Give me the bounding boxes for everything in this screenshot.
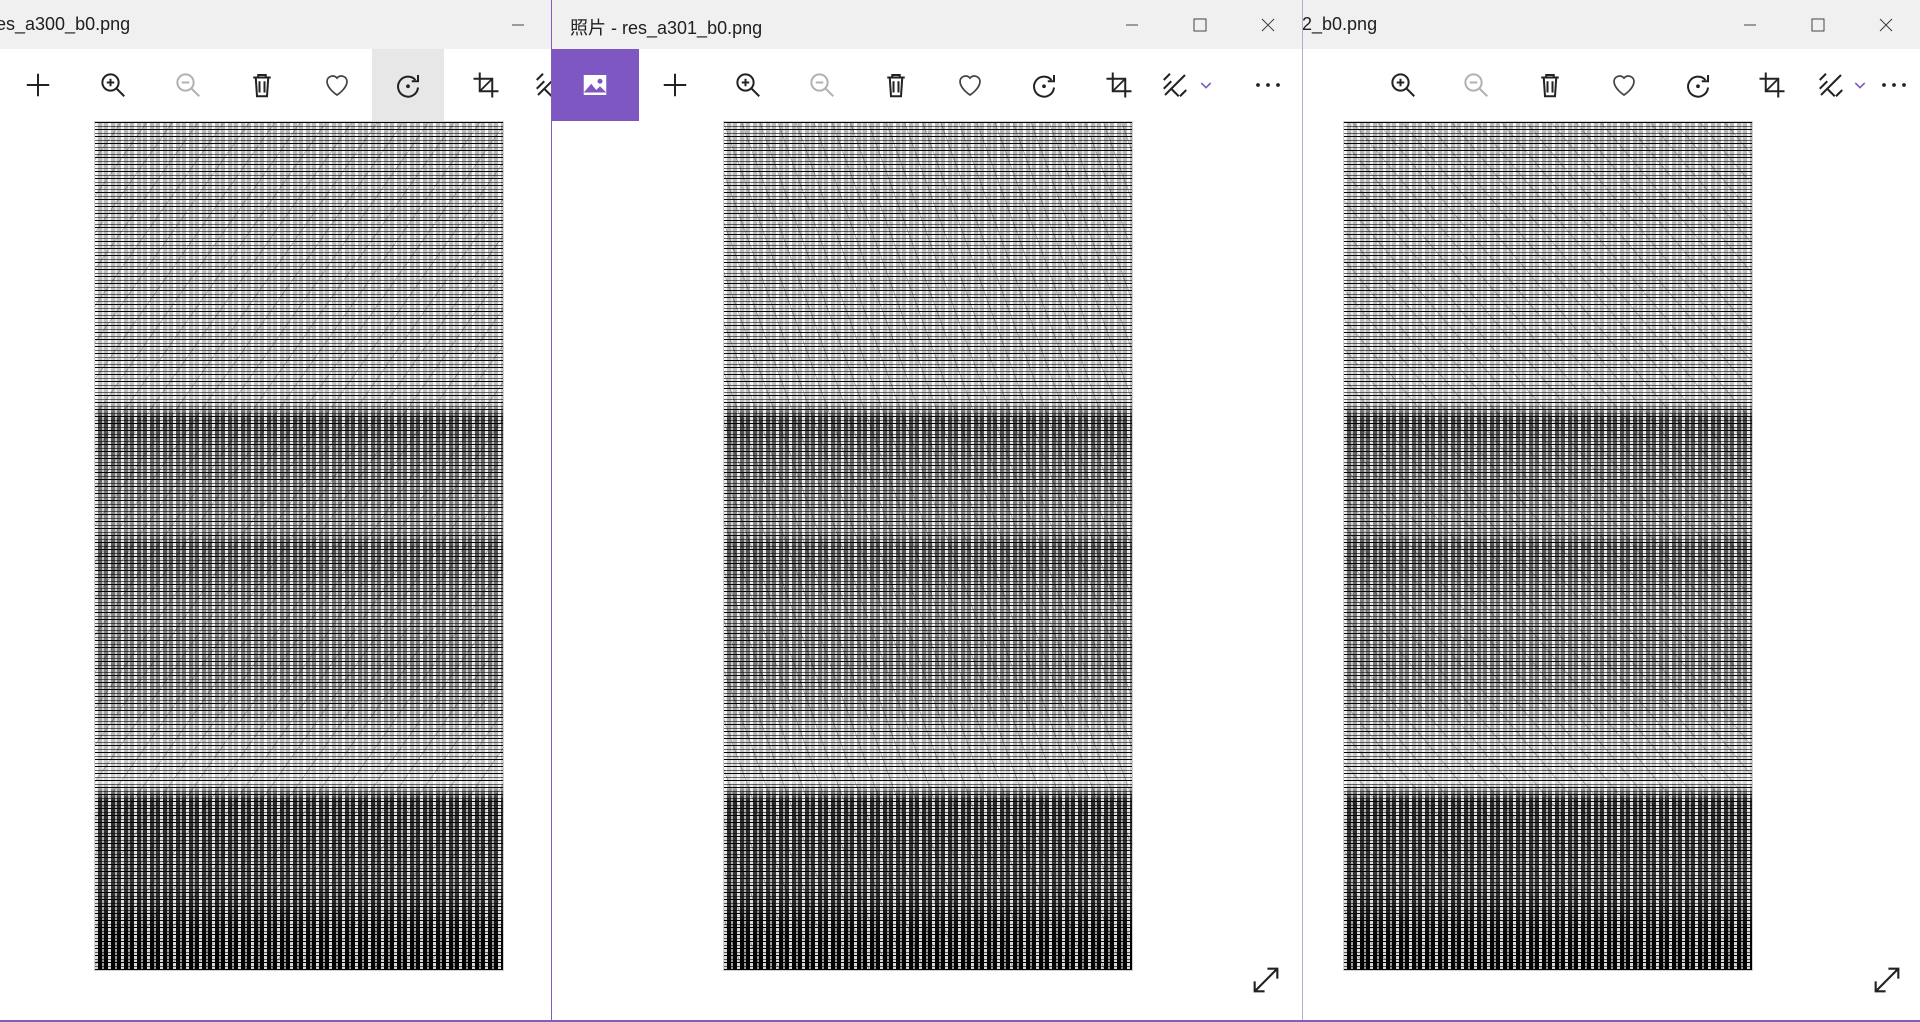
edit-button[interactable]	[512, 49, 552, 121]
more-icon	[1879, 70, 1909, 100]
favorite-button[interactable]	[934, 49, 1006, 121]
more-button[interactable]	[1232, 49, 1303, 121]
trash-icon	[881, 70, 911, 100]
zoom-in-icon	[733, 70, 763, 100]
add-button[interactable]	[2, 49, 74, 121]
caption-buttons	[1098, 0, 1302, 49]
zoom-out-button[interactable]	[1440, 49, 1512, 121]
zoom-out-button[interactable]	[152, 49, 224, 121]
minimize-icon	[1123, 16, 1141, 34]
crop-icon	[1104, 70, 1134, 100]
zoom-out-icon	[1461, 70, 1491, 100]
title-bar[interactable]: 照片 - res_a301_b0.png	[552, 0, 1302, 49]
edit-icon	[1816, 70, 1846, 100]
delete-button[interactable]	[1514, 49, 1586, 121]
close-icon	[1259, 16, 1277, 34]
fullscreen-icon[interactable]	[1870, 963, 1904, 997]
window-title: 照片 - res_a301_b0.png	[570, 18, 763, 38]
favorite-button[interactable]	[301, 49, 373, 121]
minimize-button[interactable]	[1098, 0, 1166, 49]
minimize-button[interactable]	[1716, 0, 1784, 49]
caption-buttons	[484, 0, 552, 49]
minimize-icon	[1741, 16, 1759, 34]
zoom-in-icon	[98, 70, 128, 100]
photo-image	[94, 121, 504, 971]
more-icon	[1253, 70, 1283, 100]
crop-icon	[471, 70, 501, 100]
window-title: res_a300_b0.png	[0, 14, 131, 34]
photo-icon	[580, 70, 610, 100]
image-canvas[interactable]	[552, 121, 1302, 1021]
chevron-down-icon[interactable]	[1198, 77, 1214, 93]
rotate-button[interactable]	[1662, 49, 1734, 121]
image-canvas[interactable]	[0, 121, 552, 1022]
minimize-icon	[509, 16, 527, 34]
zoom-out-icon	[173, 70, 203, 100]
caption-buttons	[1716, 0, 1920, 49]
trash-icon	[1535, 70, 1565, 100]
trash-icon	[247, 70, 277, 100]
edit-icon	[533, 70, 552, 100]
more-button[interactable]	[1868, 49, 1920, 121]
title-bar[interactable]: res_a300_b0.png	[0, 0, 552, 49]
maximize-button[interactable]	[1166, 0, 1234, 49]
zoom-in-button[interactable]	[712, 49, 784, 121]
fullscreen-icon[interactable]	[1249, 963, 1283, 997]
plus-icon	[23, 70, 53, 100]
rotate-button[interactable]	[372, 49, 444, 121]
photos-window-right[interactable]: 2_b0.png	[1282, 0, 1920, 1022]
heart-icon	[1609, 70, 1639, 100]
rotate-icon	[393, 70, 423, 100]
image-canvas[interactable]	[1282, 121, 1920, 1022]
photo-image	[1343, 121, 1753, 971]
rotate-icon	[1683, 70, 1713, 100]
photo-image	[723, 121, 1133, 971]
maximize-icon	[1191, 16, 1209, 34]
zoom-in-button[interactable]	[1367, 49, 1439, 121]
close-button[interactable]	[1234, 0, 1302, 49]
heart-icon	[322, 70, 352, 100]
maximize-button[interactable]	[1784, 0, 1852, 49]
minimize-button[interactable]	[484, 0, 552, 49]
edit-icon	[1160, 70, 1190, 100]
zoom-in-icon	[1388, 70, 1418, 100]
toolbar	[552, 49, 1302, 121]
zoom-out-icon	[807, 70, 837, 100]
title-bar[interactable]: 2_b0.png	[1282, 0, 1920, 49]
heart-icon	[955, 70, 985, 100]
rotate-icon	[1029, 70, 1059, 100]
delete-button[interactable]	[226, 49, 298, 121]
photo-button[interactable]	[552, 49, 639, 121]
photos-window-active[interactable]: 照片 - res_a301_b0.png	[551, 0, 1303, 1022]
maximize-icon	[1809, 16, 1827, 34]
zoom-out-button[interactable]	[786, 49, 858, 121]
chevron-down-icon[interactable]	[1852, 77, 1868, 93]
window-title: 2_b0.png	[1302, 14, 1378, 34]
toolbar	[0, 49, 552, 121]
zoom-in-button[interactable]	[77, 49, 149, 121]
toolbar	[1282, 49, 1920, 121]
favorite-button[interactable]	[1588, 49, 1660, 121]
close-icon	[1877, 16, 1895, 34]
rotate-button[interactable]	[1008, 49, 1080, 121]
close-button[interactable]	[1852, 0, 1920, 49]
delete-button[interactable]	[860, 49, 932, 121]
crop-icon	[1757, 70, 1787, 100]
plus-icon	[660, 70, 690, 100]
add-button[interactable]	[639, 49, 711, 121]
photos-window-left[interactable]: res_a300_b0.png	[0, 0, 552, 1022]
